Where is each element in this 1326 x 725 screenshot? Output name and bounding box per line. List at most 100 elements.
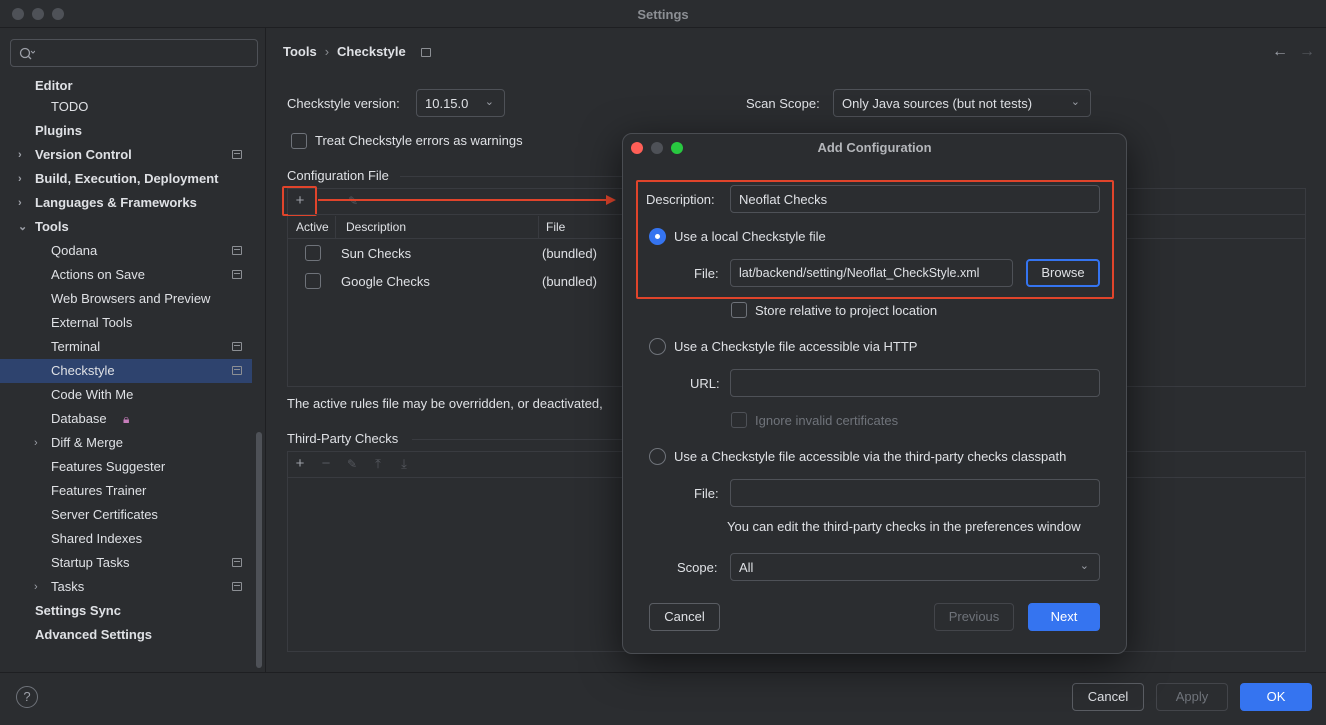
move-down-icon[interactable]: ⤓ — [393, 453, 415, 475]
sidebar-item-advanced-settings[interactable]: Advanced Settings — [0, 623, 252, 647]
sidebar-item-label: Features Trainer — [51, 483, 147, 498]
dialog-cancel-button[interactable]: Cancel — [649, 603, 720, 631]
ok-button[interactable]: OK — [1240, 683, 1312, 711]
settings-search-input[interactable] — [10, 39, 258, 67]
chevron-down-icon[interactable]: ⌄ — [18, 215, 27, 239]
move-up-icon[interactable]: ⤒ — [367, 453, 389, 475]
ignore-certificates-checkbox[interactable] — [731, 412, 747, 428]
row-active-checkbox[interactable] — [305, 273, 321, 289]
scan-scope-select[interactable]: Only Java sources (but not tests) ⌄ — [833, 89, 1091, 117]
sidebar-item-plugins[interactable]: Plugins — [0, 119, 252, 143]
breadcrumb-current: Checkstyle — [337, 44, 406, 59]
table-cell-description[interactable]: Google Checks — [341, 274, 430, 289]
edit-pencil-icon[interactable]: ✎ — [341, 453, 363, 475]
checkstyle-version-value: 10.15.0 — [425, 96, 469, 111]
sidebar-item-languages-frameworks[interactable]: › Languages & Frameworks — [0, 191, 252, 215]
classpath-file-input[interactable] — [730, 479, 1100, 507]
sidebar-item-tools[interactable]: ⌄ Tools — [0, 215, 252, 239]
scope-select[interactable]: All ⌄ — [730, 553, 1100, 581]
checkstyle-version-select[interactable]: 10.15.0 ⌄ — [416, 89, 505, 117]
sidebar-item-label: Shared Indexes — [51, 531, 143, 546]
column-header-file[interactable]: File — [546, 220, 565, 234]
sidebar-scrollbar[interactable] — [256, 432, 262, 668]
breadcrumb-parent[interactable]: Tools — [283, 44, 317, 59]
chevron-right-icon[interactable]: › — [34, 575, 38, 599]
treat-errors-checkbox[interactable] — [291, 133, 307, 149]
pin-icon — [232, 558, 242, 567]
checkstyle-version-label: Checkstyle version: — [287, 96, 400, 111]
apply-button[interactable]: Apply — [1156, 683, 1228, 711]
sidebar-item-database[interactable]: Database 🔒︎ — [0, 407, 252, 431]
sidebar-item-external-tools[interactable]: External Tools — [0, 311, 252, 335]
store-relative-checkbox[interactable] — [731, 302, 747, 318]
help-button[interactable]: ? — [16, 686, 38, 708]
sidebar-item-label: Terminal — [51, 339, 101, 354]
sidebar-item-label: Tools — [35, 219, 69, 234]
sidebar-item-version-control[interactable]: › Version Control — [0, 143, 252, 167]
cancel-button[interactable]: Cancel — [1072, 683, 1144, 711]
browse-button[interactable]: Browse — [1026, 259, 1100, 287]
url-input[interactable] — [730, 369, 1100, 397]
row-active-checkbox[interactable] — [305, 245, 321, 261]
chevron-down-icon: ⌄ — [484, 96, 494, 108]
pin-icon — [232, 342, 242, 351]
table-cell-description[interactable]: Sun Checks — [341, 246, 411, 261]
local-file-option-label: Use a local Checkstyle file — [674, 229, 826, 244]
sidebar-item-label: TODO — [51, 99, 89, 114]
column-header-description[interactable]: Description — [346, 220, 406, 234]
chevron-down-icon: ⌄ — [1079, 560, 1089, 572]
back-arrow-icon[interactable]: ← — [1272, 43, 1288, 61]
chevron-right-icon[interactable]: › — [34, 431, 38, 455]
sidebar-item-todo[interactable]: TODO — [0, 95, 252, 119]
chevron-down-icon: ⌄ — [1070, 96, 1080, 108]
add-icon[interactable]: + — [289, 453, 311, 475]
pin-icon — [421, 48, 432, 57]
sidebar-item-build-execution-deployment[interactable]: › Build, Execution, Deployment — [0, 167, 252, 191]
sidebar-item-label: Features Suggester — [51, 459, 166, 474]
file-path-input[interactable]: lat/backend/setting/Neoflat_CheckStyle.x… — [730, 259, 1013, 287]
sidebar-item-features-trainer[interactable]: Features Trainer — [0, 479, 252, 503]
pin-icon — [232, 150, 242, 159]
previous-button[interactable]: Previous — [934, 603, 1014, 631]
sidebar-item-qodana[interactable]: Qodana — [0, 239, 252, 263]
chevron-right-icon[interactable]: › — [18, 191, 22, 215]
classpath-note: You can edit the third-party checks in t… — [727, 519, 1081, 534]
sidebar-item-server-certificates[interactable]: Server Certificates — [0, 503, 252, 527]
sidebar-item-settings-sync[interactable]: Settings Sync — [0, 599, 252, 623]
sidebar-item-web-browsers-and-preview[interactable]: Web Browsers and Preview — [0, 287, 252, 311]
sidebar-item-label: Languages & Frameworks — [35, 195, 197, 210]
next-button[interactable]: Next — [1028, 603, 1100, 631]
sidebar-item-label: Settings Sync — [35, 603, 121, 618]
scope-value: All — [739, 560, 754, 575]
sidebar-item-label: Advanced Settings — [35, 627, 153, 642]
sidebar-item-tasks[interactable]: › Tasks — [0, 575, 252, 599]
table-cell-file[interactable]: (bundled) — [542, 274, 597, 289]
table-cell-file[interactable]: (bundled) — [542, 246, 597, 261]
chevron-right-icon[interactable]: › — [18, 143, 22, 167]
sidebar-item-label: Startup Tasks — [51, 555, 130, 570]
chevron-right-icon[interactable]: › — [18, 167, 22, 191]
remove-icon[interactable]: − — [315, 453, 337, 475]
sidebar-item-label: Build, Execution, Deployment — [35, 171, 219, 186]
classpath-file-radio[interactable] — [649, 448, 666, 465]
annotation-arrow — [318, 195, 616, 205]
sidebar-item-checkstyle[interactable]: Checkstyle — [0, 359, 252, 383]
http-file-radio[interactable] — [649, 338, 666, 355]
sidebar-item-actions-on-save[interactable]: Actions on Save — [0, 263, 252, 287]
sidebar-item-label: Actions on Save — [51, 267, 145, 282]
column-header-active[interactable]: Active — [296, 220, 329, 234]
override-note: The active rules file may be overridden,… — [287, 396, 603, 411]
sidebar-item-startup-tasks[interactable]: Startup Tasks — [0, 551, 252, 575]
local-file-radio[interactable] — [649, 228, 666, 245]
forward-arrow-icon[interactable]: → — [1299, 43, 1315, 61]
sidebar-item-features-suggester[interactable]: Features Suggester — [0, 455, 252, 479]
url-label: URL: — [690, 376, 720, 391]
sidebar-item-label: External Tools — [51, 315, 133, 330]
description-input[interactable]: Neoflat Checks — [730, 185, 1100, 213]
sidebar-item-code-with-me[interactable]: Code With Me — [0, 383, 252, 407]
sidebar-item-terminal[interactable]: Terminal — [0, 335, 252, 359]
sidebar-item-shared-indexes[interactable]: Shared Indexes — [0, 527, 252, 551]
column-divider — [538, 216, 539, 238]
sidebar-item-diff-merge[interactable]: › Diff & Merge — [0, 431, 252, 455]
sidebar-item-label: Version Control — [35, 147, 132, 162]
